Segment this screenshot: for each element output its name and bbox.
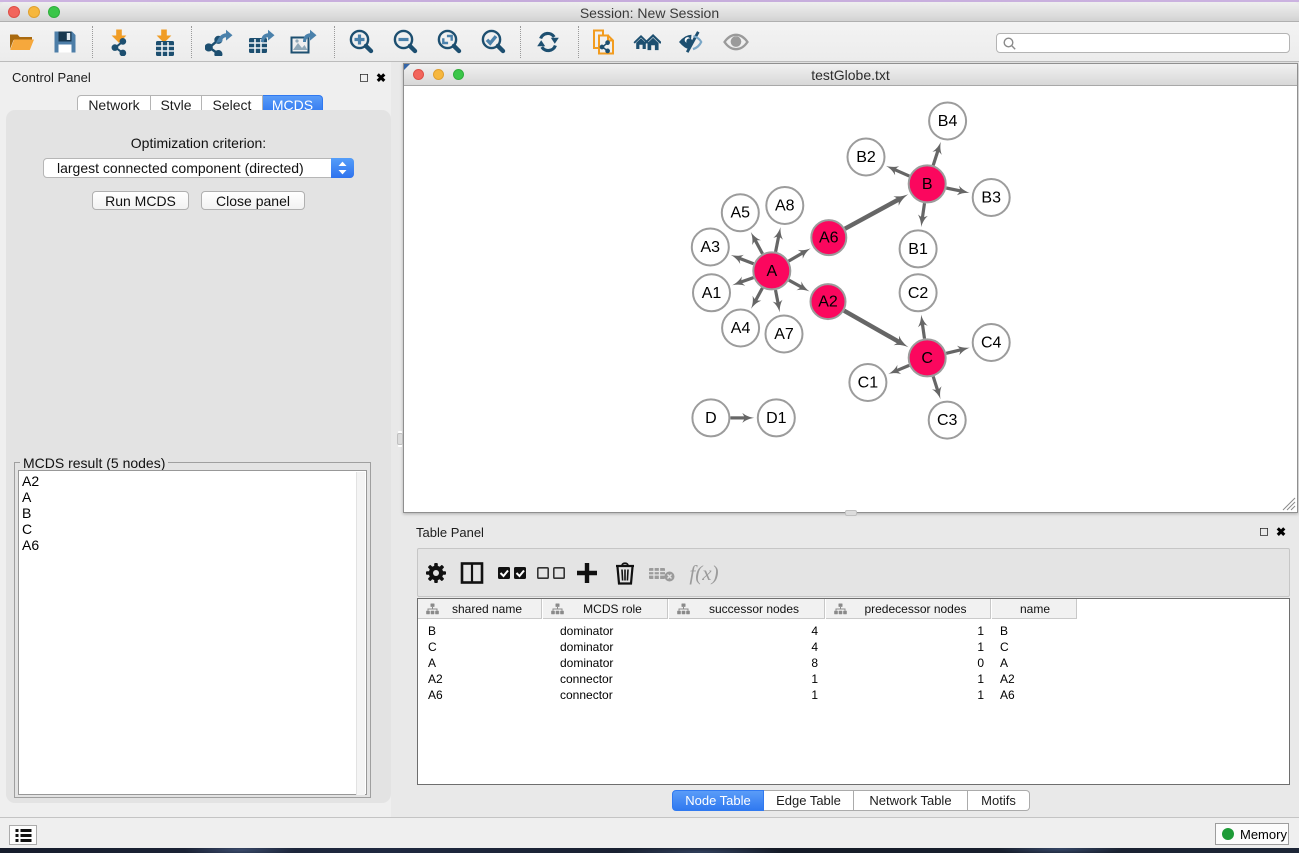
svg-text:A: A	[766, 263, 777, 280]
svg-text:D1: D1	[766, 410, 787, 427]
svg-text:A3: A3	[701, 239, 721, 256]
svg-text:B3: B3	[981, 190, 1001, 207]
svg-text:D: D	[705, 410, 717, 427]
svg-text:A1: A1	[702, 285, 722, 302]
svg-text:A6: A6	[819, 230, 839, 247]
svg-text:B: B	[922, 176, 933, 193]
svg-text:A7: A7	[774, 326, 794, 343]
svg-text:C1: C1	[858, 375, 879, 392]
svg-text:A2: A2	[818, 294, 838, 311]
svg-text:B2: B2	[856, 149, 876, 166]
svg-text:C2: C2	[908, 285, 929, 302]
svg-text:A4: A4	[731, 320, 751, 337]
svg-text:A5: A5	[731, 205, 751, 222]
svg-text:B1: B1	[908, 241, 928, 258]
svg-text:C4: C4	[981, 335, 1002, 352]
svg-text:B4: B4	[938, 113, 958, 130]
svg-text:A8: A8	[775, 198, 795, 215]
svg-text:C3: C3	[937, 412, 958, 429]
svg-text:C: C	[921, 350, 933, 367]
